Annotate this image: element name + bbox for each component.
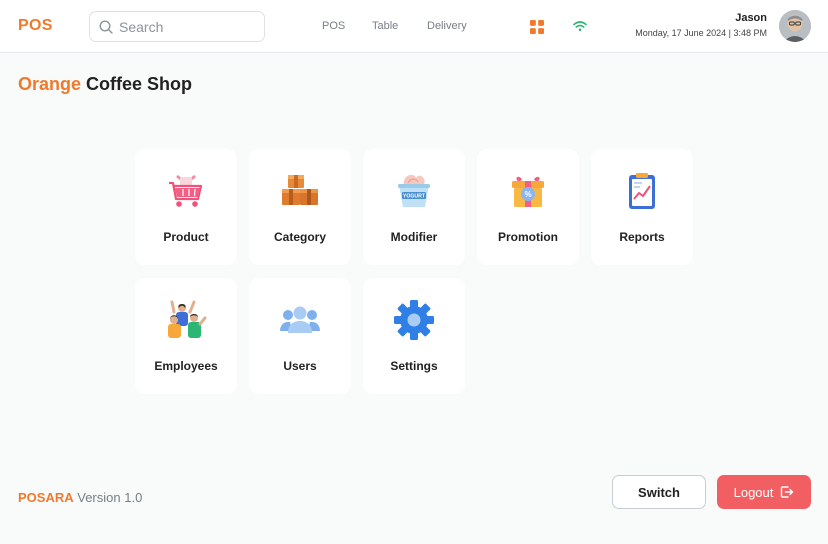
nav-table[interactable]: Table (372, 20, 398, 32)
nav-pos[interactable]: POS (322, 20, 345, 32)
switch-button[interactable]: Switch (612, 475, 706, 509)
shopping-cart-icon (169, 175, 203, 207)
page-title: Orange Coffee Shop (18, 74, 192, 95)
tile-product[interactable]: Product (135, 149, 237, 265)
tile-category[interactable]: Category (249, 149, 351, 265)
shop-title-accent: Orange (18, 74, 82, 94)
top-bar: POS POS Table Delivery Jason Monday, 17 … (0, 0, 828, 53)
search-icon (99, 19, 113, 34)
yogurt-icon: YOGURT (398, 174, 430, 207)
wifi-icon[interactable] (573, 19, 587, 33)
footer-brand-name: POSARA (18, 490, 74, 505)
gift-discount-icon: % (512, 176, 544, 207)
tile-label: Product (163, 230, 209, 244)
footer-version: POSARA Version 1.0 (18, 490, 142, 505)
tile-label: Users (283, 359, 317, 373)
logout-button[interactable]: Logout (717, 475, 811, 509)
tile-users[interactable]: Users (249, 278, 351, 394)
employees-icon (168, 300, 207, 338)
clipboard-chart-icon (629, 173, 655, 209)
tile-settings[interactable]: Settings (363, 278, 465, 394)
tile-label: Employees (154, 359, 218, 373)
footer-version-text: Version 1.0 (77, 490, 143, 505)
grid-icon[interactable] (530, 20, 544, 34)
logout-label: Logout (733, 484, 774, 500)
current-datetime: Monday, 17 June 2024 | 3:48 PM (635, 28, 767, 38)
user-avatar-icon (779, 10, 811, 42)
user-name: Jason (735, 12, 767, 24)
boxes-icon (282, 175, 318, 205)
tile-label: Settings (390, 359, 438, 373)
logout-icon (781, 486, 794, 498)
tile-reports[interactable]: Reports (591, 149, 693, 265)
tile-label: Reports (619, 230, 665, 244)
avatar[interactable] (779, 10, 811, 42)
tile-employees[interactable]: Employees (135, 278, 237, 394)
search-input[interactable] (119, 18, 259, 35)
svg-text:YOGURT: YOGURT (403, 194, 426, 200)
shop-title-name: Coffee Shop (86, 74, 193, 94)
nav-delivery[interactable]: Delivery (427, 20, 467, 32)
svg-text:%: % (524, 190, 531, 199)
users-icon (280, 306, 320, 333)
tile-label: Category (273, 230, 326, 244)
app-brand: POS (18, 17, 53, 34)
tile-label: Promotion (498, 230, 558, 244)
search-box[interactable] (89, 11, 265, 42)
tile-promotion[interactable]: % Promotion (477, 149, 579, 265)
tile-modifier[interactable]: YOGURT Modifier (363, 149, 465, 265)
tile-label: Modifier (390, 230, 438, 244)
gear-icon (394, 300, 434, 340)
